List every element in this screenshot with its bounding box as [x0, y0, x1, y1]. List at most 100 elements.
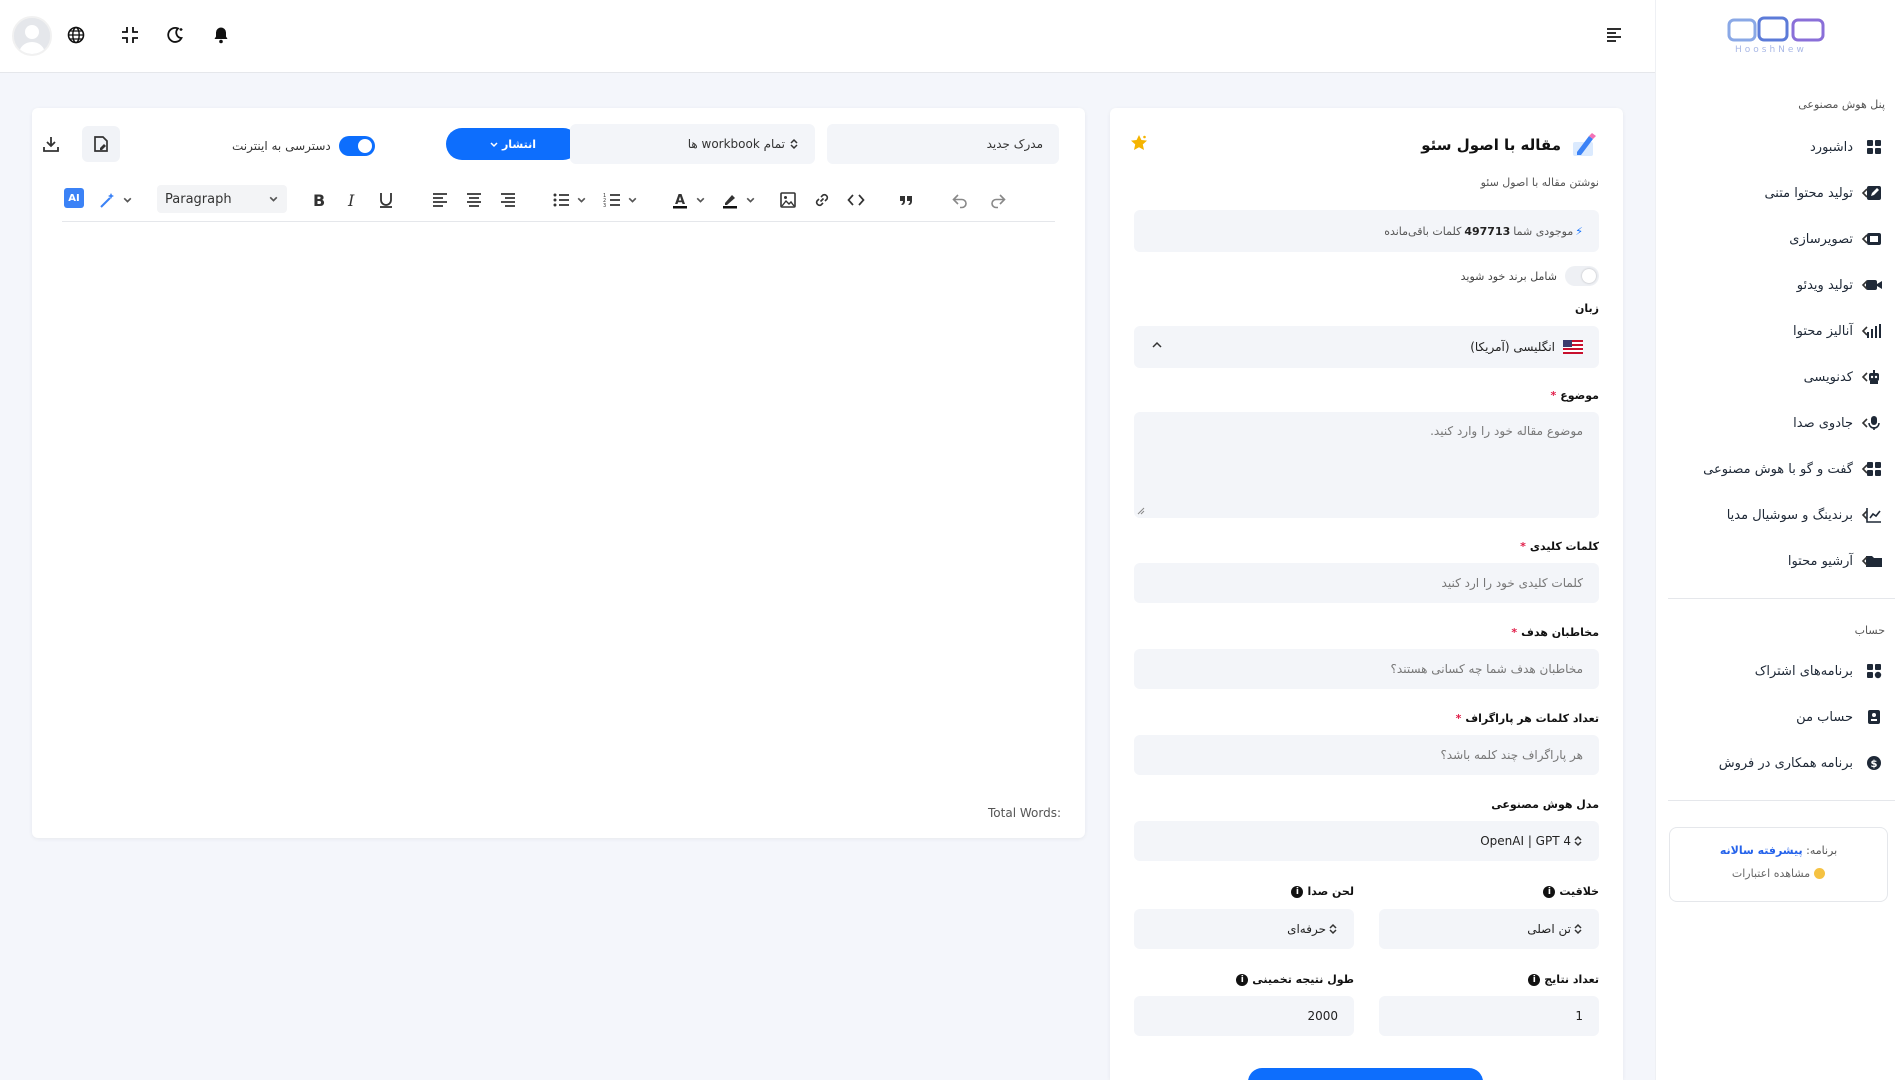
resize-handle-icon[interactable]	[1136, 506, 1146, 516]
text-color-button[interactable]: A	[670, 188, 690, 212]
publish-button[interactable]: انتشار	[446, 128, 579, 160]
form-subtitle: نوشتن مقاله با اصول سئو	[1480, 176, 1599, 189]
logo[interactable]: HooshNew	[1715, 14, 1840, 56]
italic-button[interactable]: I	[342, 188, 362, 212]
globe-icon[interactable]	[65, 24, 87, 46]
view-credits-link[interactable]: مشاهده اعتبارات	[1670, 867, 1887, 880]
paragraph-style-select[interactable]: Paragraph	[157, 185, 287, 213]
bullet-list-button[interactable]	[551, 188, 571, 212]
ai-model-value: OpenAI | GPT 4	[1480, 834, 1571, 848]
text-color-icon: A	[673, 193, 687, 209]
creativity-label-text: خلاقیت	[1559, 885, 1599, 898]
internet-access-toggle[interactable]: دسترسی به اینترنت	[232, 134, 375, 158]
sidebar-item-my-account[interactable]: حساب من	[1655, 697, 1895, 737]
collapse-icon[interactable]	[119, 24, 141, 46]
workbook-select[interactable]: تمام workbook ها	[570, 124, 815, 164]
sidebar-item-label: تصویرسازی	[1789, 231, 1853, 247]
tone-select[interactable]: حرفه‌ای	[1134, 909, 1354, 949]
avatar[interactable]	[12, 16, 52, 56]
redo-button[interactable]	[988, 188, 1008, 212]
numbered-list-dropdown[interactable]	[625, 188, 639, 212]
results-count-input[interactable]: 1	[1379, 996, 1599, 1036]
topic-label-text: موضوع	[1560, 389, 1599, 402]
info-icon[interactable]: i	[1236, 973, 1249, 986]
text-color-dropdown[interactable]	[693, 188, 707, 212]
language-select[interactable]: انگلیسی (آمریکا)	[1134, 326, 1599, 368]
sidebar-item-dashboard[interactable]: داشبورد	[1655, 127, 1895, 167]
bell-icon[interactable]	[210, 24, 232, 46]
brand-toggle-switch[interactable]	[1565, 266, 1599, 286]
sidebar-item-analysis[interactable]: آنالیز محتوا	[1655, 311, 1895, 351]
info-icon[interactable]: i	[1528, 973, 1541, 986]
highlight-dropdown[interactable]	[743, 188, 757, 212]
brand-toggle-row: شامل برند خود شوید	[1461, 266, 1599, 286]
total-words-label: Total Words:	[988, 806, 1061, 820]
info-icon[interactable]: i	[1543, 885, 1556, 898]
blockquote-button[interactable]	[896, 188, 916, 212]
bolt-icon: ⚡	[1575, 224, 1583, 238]
balance-box: ⚡ موجودی شما 497713 کلمات باقی‌مانده	[1134, 210, 1599, 252]
align-right-button[interactable]	[498, 188, 518, 212]
sidebar-item-coding[interactable]: کدنویسی	[1655, 357, 1895, 397]
download-button[interactable]	[32, 126, 70, 162]
code-button[interactable]	[846, 188, 866, 212]
sidebar-item-label: داشبورد	[1810, 139, 1853, 155]
ai-model-select[interactable]: OpenAI | GPT 4	[1134, 821, 1599, 861]
sidebar-item-chat[interactable]: گفت و گو با هوش مصنوعی	[1655, 449, 1895, 489]
numbered-list-icon: 123	[603, 193, 620, 209]
para-words-input[interactable]: هر پاراگراف چند کلمه باشد؟	[1134, 735, 1599, 775]
save-document-button[interactable]	[82, 126, 120, 162]
document-title-input[interactable]: مدرک جدید	[827, 124, 1059, 164]
bullet-list-dropdown[interactable]	[574, 188, 588, 212]
numbered-list-button[interactable]: 123	[602, 188, 622, 212]
underline-button[interactable]	[376, 188, 396, 212]
insert-link-button[interactable]	[812, 188, 832, 212]
balance-suffix: کلمات باقی‌مانده	[1384, 224, 1462, 238]
sort-icon	[1329, 923, 1337, 935]
plan-prefix: برنامه:	[1806, 844, 1838, 857]
moon-icon[interactable]	[164, 24, 186, 46]
results-count-label-text: تعداد نتایج	[1544, 973, 1599, 986]
redo-icon	[991, 194, 1006, 209]
chevron-left-icon	[1857, 185, 1873, 201]
keywords-input[interactable]: کلمات کلیدی خود را ارد کنید	[1134, 563, 1599, 603]
align-left-button[interactable]	[430, 188, 450, 212]
sidebar-item-image[interactable]: تصویرسازی	[1655, 219, 1895, 259]
chevron-down-icon	[696, 197, 704, 203]
magic-wand-dropdown[interactable]	[120, 188, 134, 212]
form-header: مقاله با اصول سئو	[1421, 130, 1599, 160]
topic-textarea[interactable]: موضوع مقاله خود را وارد کنید.	[1134, 412, 1599, 518]
est-length-input[interactable]: 2000	[1134, 996, 1354, 1036]
undo-button[interactable]	[950, 188, 970, 212]
audience-input[interactable]: مخاطبان هدف شما چه کسانی هستند؟	[1134, 649, 1599, 689]
internet-toggle-switch[interactable]	[338, 136, 375, 156]
generate-button[interactable]	[1248, 1068, 1483, 1080]
chevron-left-icon	[1857, 231, 1873, 247]
sidebar-item-video[interactable]: تولید ویدئو	[1655, 265, 1895, 305]
bold-button[interactable]: B	[308, 188, 328, 212]
sidebar-item-branding[interactable]: برندینگ و سوشیال مدیا	[1655, 495, 1895, 535]
underline-icon	[380, 193, 392, 208]
chevron-left-icon	[1857, 415, 1873, 431]
sidebar-item-archive[interactable]: آرشیو محتوا	[1655, 541, 1895, 581]
menu-icon[interactable]	[1603, 24, 1625, 46]
sidebar-section-ai: پنل هوش مصنوعی	[1798, 98, 1885, 111]
insert-image-button[interactable]	[778, 188, 798, 212]
est-length-label-text: طول نتیجه تخمینی	[1252, 973, 1354, 986]
align-center-button[interactable]	[464, 188, 484, 212]
favorite-star-icon[interactable]	[1130, 134, 1148, 152]
sidebar-item-label: حساب من	[1796, 709, 1853, 725]
sidebar-item-voice[interactable]: جادوی صدا	[1655, 403, 1895, 443]
sidebar-item-subscriptions[interactable]: برنامه‌های اشتراک	[1655, 651, 1895, 691]
highlight-button[interactable]	[720, 188, 740, 212]
toolbar-divider	[62, 221, 1055, 222]
align-center-icon	[467, 193, 481, 207]
info-icon[interactable]: i	[1291, 885, 1304, 898]
sidebar-item-affiliate[interactable]: $ برنامه همکاری در فروش	[1655, 743, 1895, 783]
editor-content-area[interactable]	[62, 228, 1055, 788]
ai-button[interactable]: AI	[64, 188, 84, 208]
sidebar-item-text-content[interactable]: تولید محتوا متنی	[1655, 173, 1895, 213]
creativity-select[interactable]: تن اصلی	[1379, 909, 1599, 949]
save-file-icon	[94, 136, 108, 152]
magic-wand-button[interactable]	[98, 188, 118, 212]
